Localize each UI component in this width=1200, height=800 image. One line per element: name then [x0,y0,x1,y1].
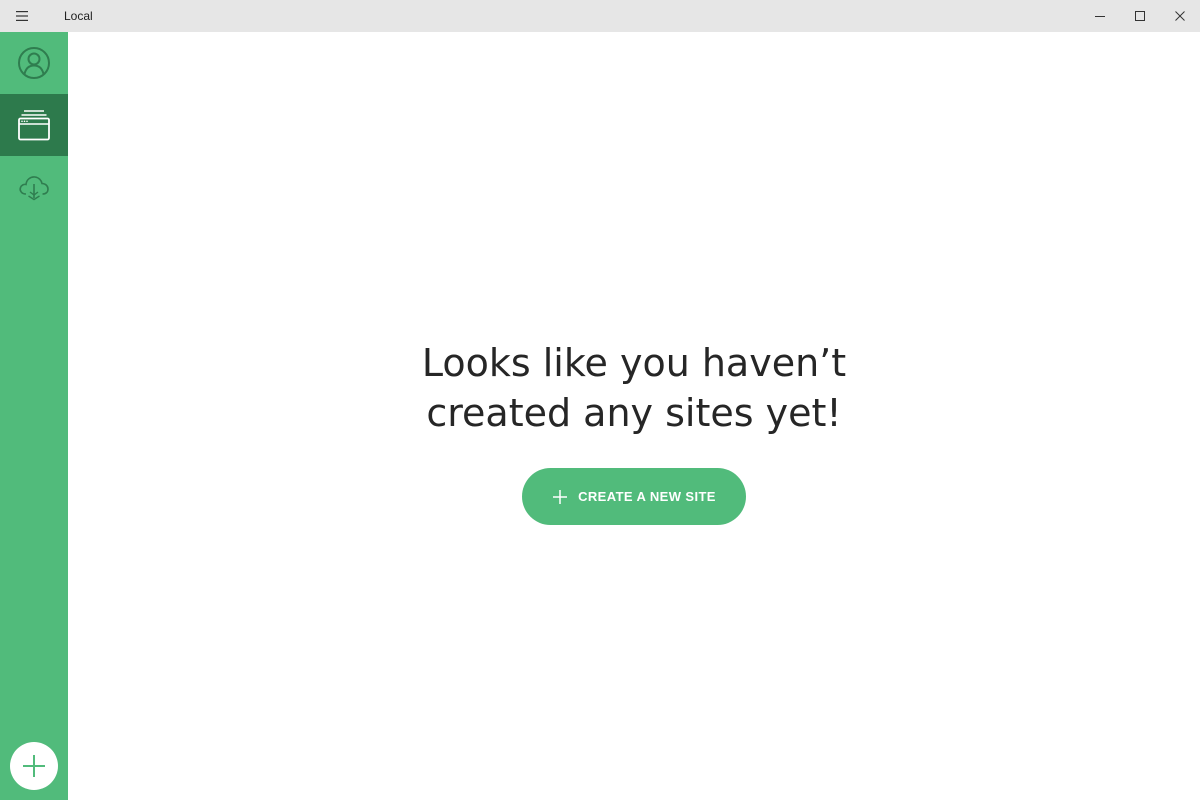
empty-state-title-line1: Looks like you haven’t [421,341,847,385]
window-title: Local [64,9,93,23]
hamburger-menu-icon[interactable] [0,0,44,32]
plus-icon [552,489,568,505]
sites-browser-icon [18,110,50,141]
minimize-icon[interactable] [1080,0,1120,32]
create-new-site-label: CREATE A NEW SITE [578,489,716,504]
window-controls [1080,0,1200,32]
sidebar-item-account[interactable] [0,32,68,94]
empty-state: Looks like you haven’t created any sites… [68,338,1200,525]
cloud-connect-icon [19,176,49,201]
sidebar-item-connect[interactable] [0,156,68,218]
add-site-button[interactable] [10,742,58,790]
create-new-site-button[interactable]: CREATE A NEW SITE [522,468,746,525]
title-bar: Local [0,0,1200,32]
user-account-icon [18,47,50,79]
main-content: Looks like you haven’t created any sites… [68,32,1200,800]
close-icon[interactable] [1160,0,1200,32]
sidebar-item-sites[interactable] [0,94,68,156]
plus-icon [23,755,45,777]
empty-state-title-line2: created any sites yet! [426,391,842,435]
sidebar [0,32,68,800]
empty-state-title: Looks like you haven’t created any sites… [68,338,1200,438]
maximize-icon[interactable] [1120,0,1160,32]
